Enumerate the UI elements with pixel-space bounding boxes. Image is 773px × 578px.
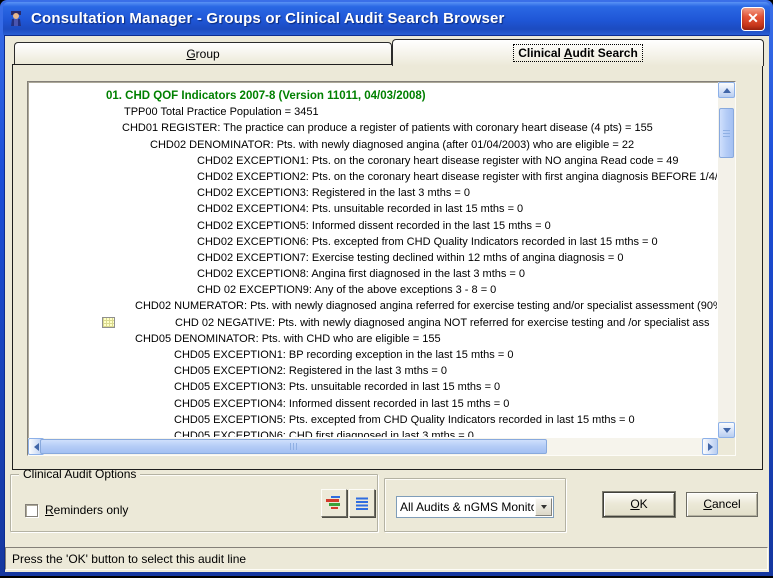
- clinical-audit-options-group: Clinical Audit Options Reminders only: [10, 474, 378, 532]
- reminders-only-row[interactable]: Reminders only: [25, 503, 128, 517]
- audit-line-text: CHD01 REGISTER: The practice can produce…: [122, 122, 653, 134]
- colored-bars-icon: [326, 496, 342, 510]
- audit-line-text: 01. CHD QOF Indicators 2007-8 (Version 1…: [106, 90, 426, 102]
- audit-listbox[interactable]: 01. CHD QOF Indicators 2007-8 (Version 1…: [27, 81, 736, 456]
- audit-line[interactable]: CHD02 EXCEPTION5: Informed dissent recor…: [30, 218, 717, 234]
- scroll-right-button[interactable]: [702, 438, 718, 455]
- titlebar[interactable]: Consultation Manager - Groups or Clinica…: [3, 2, 770, 35]
- audit-line-text: CHD 02 EXCEPTION9: Any of the above exce…: [197, 284, 496, 296]
- audit-line-text: CHD02 EXCEPTION7: Exercise testing decli…: [197, 252, 623, 264]
- right-arrow-icon: [708, 443, 713, 451]
- audit-line-text: TPP00 Total Practice Population = 3451: [124, 106, 319, 118]
- audit-line-text: CHD 02 NEGATIVE: Pts. with newly diagnos…: [175, 317, 710, 329]
- list-lines-icon: [356, 497, 368, 510]
- audit-line[interactable]: CHD02 EXCEPTION3: Registered in the last…: [30, 185, 717, 201]
- audit-line[interactable]: CHD02 EXCEPTION8: Angina first diagnosed…: [30, 266, 717, 282]
- tab-group[interactable]: Group: [14, 42, 392, 64]
- vertical-scrollbar[interactable]: [718, 82, 735, 438]
- audit-line-text: CHD02 EXCEPTION3: Registered in the last…: [197, 187, 470, 199]
- audit-line[interactable]: CHD02 EXCEPTION4: Pts. unsuitable record…: [30, 201, 717, 217]
- audit-line-text: CHD02 EXCEPTION5: Informed dissent recor…: [197, 220, 551, 232]
- audit-line-text: CHD05 EXCEPTION1: BP recording exception…: [174, 349, 513, 361]
- audit-filter-dropdown[interactable]: All Audits & nGMS Monitoring: [396, 496, 554, 518]
- audit-line[interactable]: CHD05 DENOMINATOR: Pts. with CHD who are…: [30, 331, 717, 347]
- reminders-only-checkbox[interactable]: [25, 504, 38, 517]
- audit-line[interactable]: CHD05 EXCEPTION6: CHD first diagnosed in…: [30, 428, 717, 437]
- up-arrow-icon: [723, 88, 731, 93]
- dropdown-button[interactable]: [535, 498, 552, 516]
- audit-line-text: CHD02 DENOMINATOR: Pts. with newly diagn…: [150, 139, 634, 151]
- audit-line-text: CHD05 EXCEPTION4: Informed dissent recor…: [174, 398, 509, 410]
- audit-line[interactable]: CHD02 EXCEPTION6: Pts. excepted from CHD…: [30, 234, 717, 250]
- reminders-only-label[interactable]: Reminders only: [45, 503, 128, 517]
- audit-line[interactable]: TPP00 Total Practice Population = 3451: [30, 104, 717, 120]
- audit-line-text: CHD02 EXCEPTION2: Pts. on the coronary h…: [197, 171, 717, 183]
- audit-filter-value: All Audits & nGMS Monitoring: [397, 500, 534, 514]
- scroll-up-button[interactable]: [718, 82, 735, 98]
- audit-line[interactable]: CHD02 EXCEPTION2: Pts. on the coronary h…: [30, 169, 717, 185]
- cancel-button[interactable]: Cancel: [686, 492, 758, 517]
- audit-line-text: CHD05 EXCEPTION5: Pts. excepted from CHD…: [174, 414, 635, 426]
- audit-line-text: CHD05 EXCEPTION2: Registered in the last…: [174, 365, 447, 377]
- audit-line[interactable]: CHD05 EXCEPTION5: Pts. excepted from CHD…: [30, 412, 717, 428]
- tab-clinical-audit-search-label: Clinical Audit Search: [513, 44, 643, 62]
- ok-button[interactable]: OK: [603, 492, 675, 517]
- audit-line[interactable]: CHD05 EXCEPTION2: Registered in the last…: [30, 363, 717, 379]
- audit-line[interactable]: CHD01 REGISTER: The practice can produce…: [30, 120, 717, 136]
- thumb-grip-icon: [723, 129, 730, 137]
- audit-line-text: CHD02 EXCEPTION4: Pts. unsuitable record…: [197, 203, 523, 215]
- audit-line[interactable]: CHD05 EXCEPTION4: Informed dissent recor…: [30, 396, 717, 412]
- consultation-manager-window: Consultation Manager - Groups or Clinica…: [0, 0, 773, 578]
- dialog-body: Group Clinical Audit Search 01. CHD QOF …: [4, 35, 769, 572]
- audit-line[interactable]: CHD05 EXCEPTION1: BP recording exception…: [30, 347, 717, 363]
- audit-line[interactable]: CHD02 NUMERATOR: Pts. with newly diagnos…: [30, 298, 717, 314]
- close-button[interactable]: ✕: [741, 7, 765, 31]
- audit-line[interactable]: CHD 02 EXCEPTION9: Any of the above exce…: [30, 282, 717, 298]
- vertical-scroll-thumb[interactable]: [719, 108, 734, 158]
- scrollbar-corner: [718, 438, 735, 455]
- status-text: Press the 'OK' button to select this aud…: [12, 552, 246, 566]
- audit-line[interactable]: 01. CHD QOF Indicators 2007-8 (Version 1…: [30, 88, 717, 104]
- audit-line[interactable]: CHD 02 NEGATIVE: Pts. with newly diagnos…: [30, 315, 717, 331]
- audit-line-text: CHD05 EXCEPTION6: CHD first diagnosed in…: [174, 430, 474, 437]
- window-title: Consultation Manager - Groups or Clinica…: [31, 10, 741, 27]
- audit-line-text: CHD02 EXCEPTION8: Angina first diagnosed…: [197, 268, 525, 280]
- audit-list: 01. CHD QOF Indicators 2007-8 (Version 1…: [30, 84, 717, 437]
- status-bar: Press the 'OK' button to select this aud…: [5, 547, 768, 570]
- left-arrow-icon: [34, 443, 39, 451]
- tab-clinical-audit-search[interactable]: Clinical Audit Search: [392, 39, 764, 66]
- audit-line-text: CHD02 EXCEPTION1: Pts. on the coronary h…: [197, 155, 679, 167]
- horizontal-scroll-thumb[interactable]: [40, 439, 547, 454]
- audit-line[interactable]: CHD02 EXCEPTION7: Exercise testing decli…: [30, 250, 717, 266]
- scroll-down-button[interactable]: [718, 422, 735, 438]
- app-icon: [8, 10, 25, 27]
- audit-hierarchy-view-button[interactable]: [321, 489, 347, 517]
- audit-line-text: CHD02 NUMERATOR: Pts. with newly diagnos…: [135, 300, 717, 312]
- audit-filter-group: All Audits & nGMS Monitoring: [384, 478, 566, 532]
- audit-line[interactable]: CHD05 EXCEPTION3: Pts. unsuitable record…: [30, 379, 717, 395]
- chevron-down-icon: [541, 505, 547, 509]
- down-arrow-icon: [723, 428, 731, 433]
- audit-list-view-button[interactable]: [349, 489, 375, 517]
- audit-line-text: CHD02 EXCEPTION6: Pts. excepted from CHD…: [197, 236, 658, 248]
- audit-line-text: CHD05 EXCEPTION3: Pts. unsuitable record…: [174, 381, 500, 393]
- audit-line-text: CHD05 DENOMINATOR: Pts. with CHD who are…: [135, 333, 441, 345]
- audit-line[interactable]: CHD02 EXCEPTION1: Pts. on the coronary h…: [30, 153, 717, 169]
- tab-group-label: Group: [186, 47, 219, 61]
- note-icon: [102, 317, 115, 328]
- tab-page-panel: 01. CHD QOF Indicators 2007-8 (Version 1…: [12, 64, 763, 470]
- thumb-grip-icon: [290, 443, 299, 450]
- horizontal-scrollbar[interactable]: [28, 438, 718, 455]
- audit-line[interactable]: CHD02 DENOMINATOR: Pts. with newly diagn…: [30, 137, 717, 153]
